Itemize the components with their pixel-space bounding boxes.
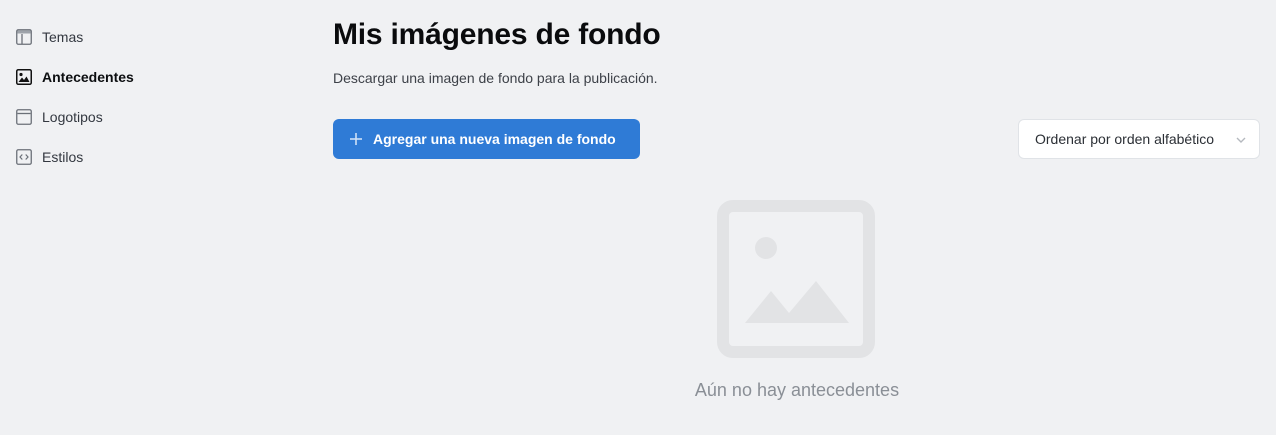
chevron-down-icon [1235,133,1247,145]
sidebar-item-antecedentes[interactable]: Antecedentes [16,66,134,88]
logo-icon [16,109,32,125]
sidebar-item-estilos[interactable]: Estilos [16,146,83,168]
image-icon [16,69,32,85]
layout-icon [16,29,32,45]
image-placeholder-icon [717,200,875,358]
empty-state-text: Aún no hay antecedentes [694,380,900,400]
sidebar-item-logotipos[interactable]: Logotipos [16,106,103,128]
sort-select[interactable]: Ordenar por orden alfabético [1018,119,1260,159]
add-background-button[interactable]: Agregar una nueva imagen de fondo [333,119,640,159]
plus-icon [349,132,363,146]
sidebar-item-label: Estilos [42,149,84,165]
page-subtitle: Descargar una imagen de fondo para la pu… [333,70,658,86]
code-icon [16,149,32,165]
page-title: Mis imágenes de fondo [333,18,661,51]
sidebar-item-label: Antecedentes [42,69,134,85]
sidebar-item-label: Temas [42,29,84,45]
sidebar: Temas Antecedentes Logotipos Estilos [0,0,300,435]
add-background-button-label: Agregar una nueva imagen de fondo [373,131,616,147]
sort-select-value: Ordenar por orden alfabético [1035,131,1214,147]
sidebar-item-label: Logotipos [42,109,103,125]
sidebar-item-temas[interactable]: Temas [16,26,83,48]
